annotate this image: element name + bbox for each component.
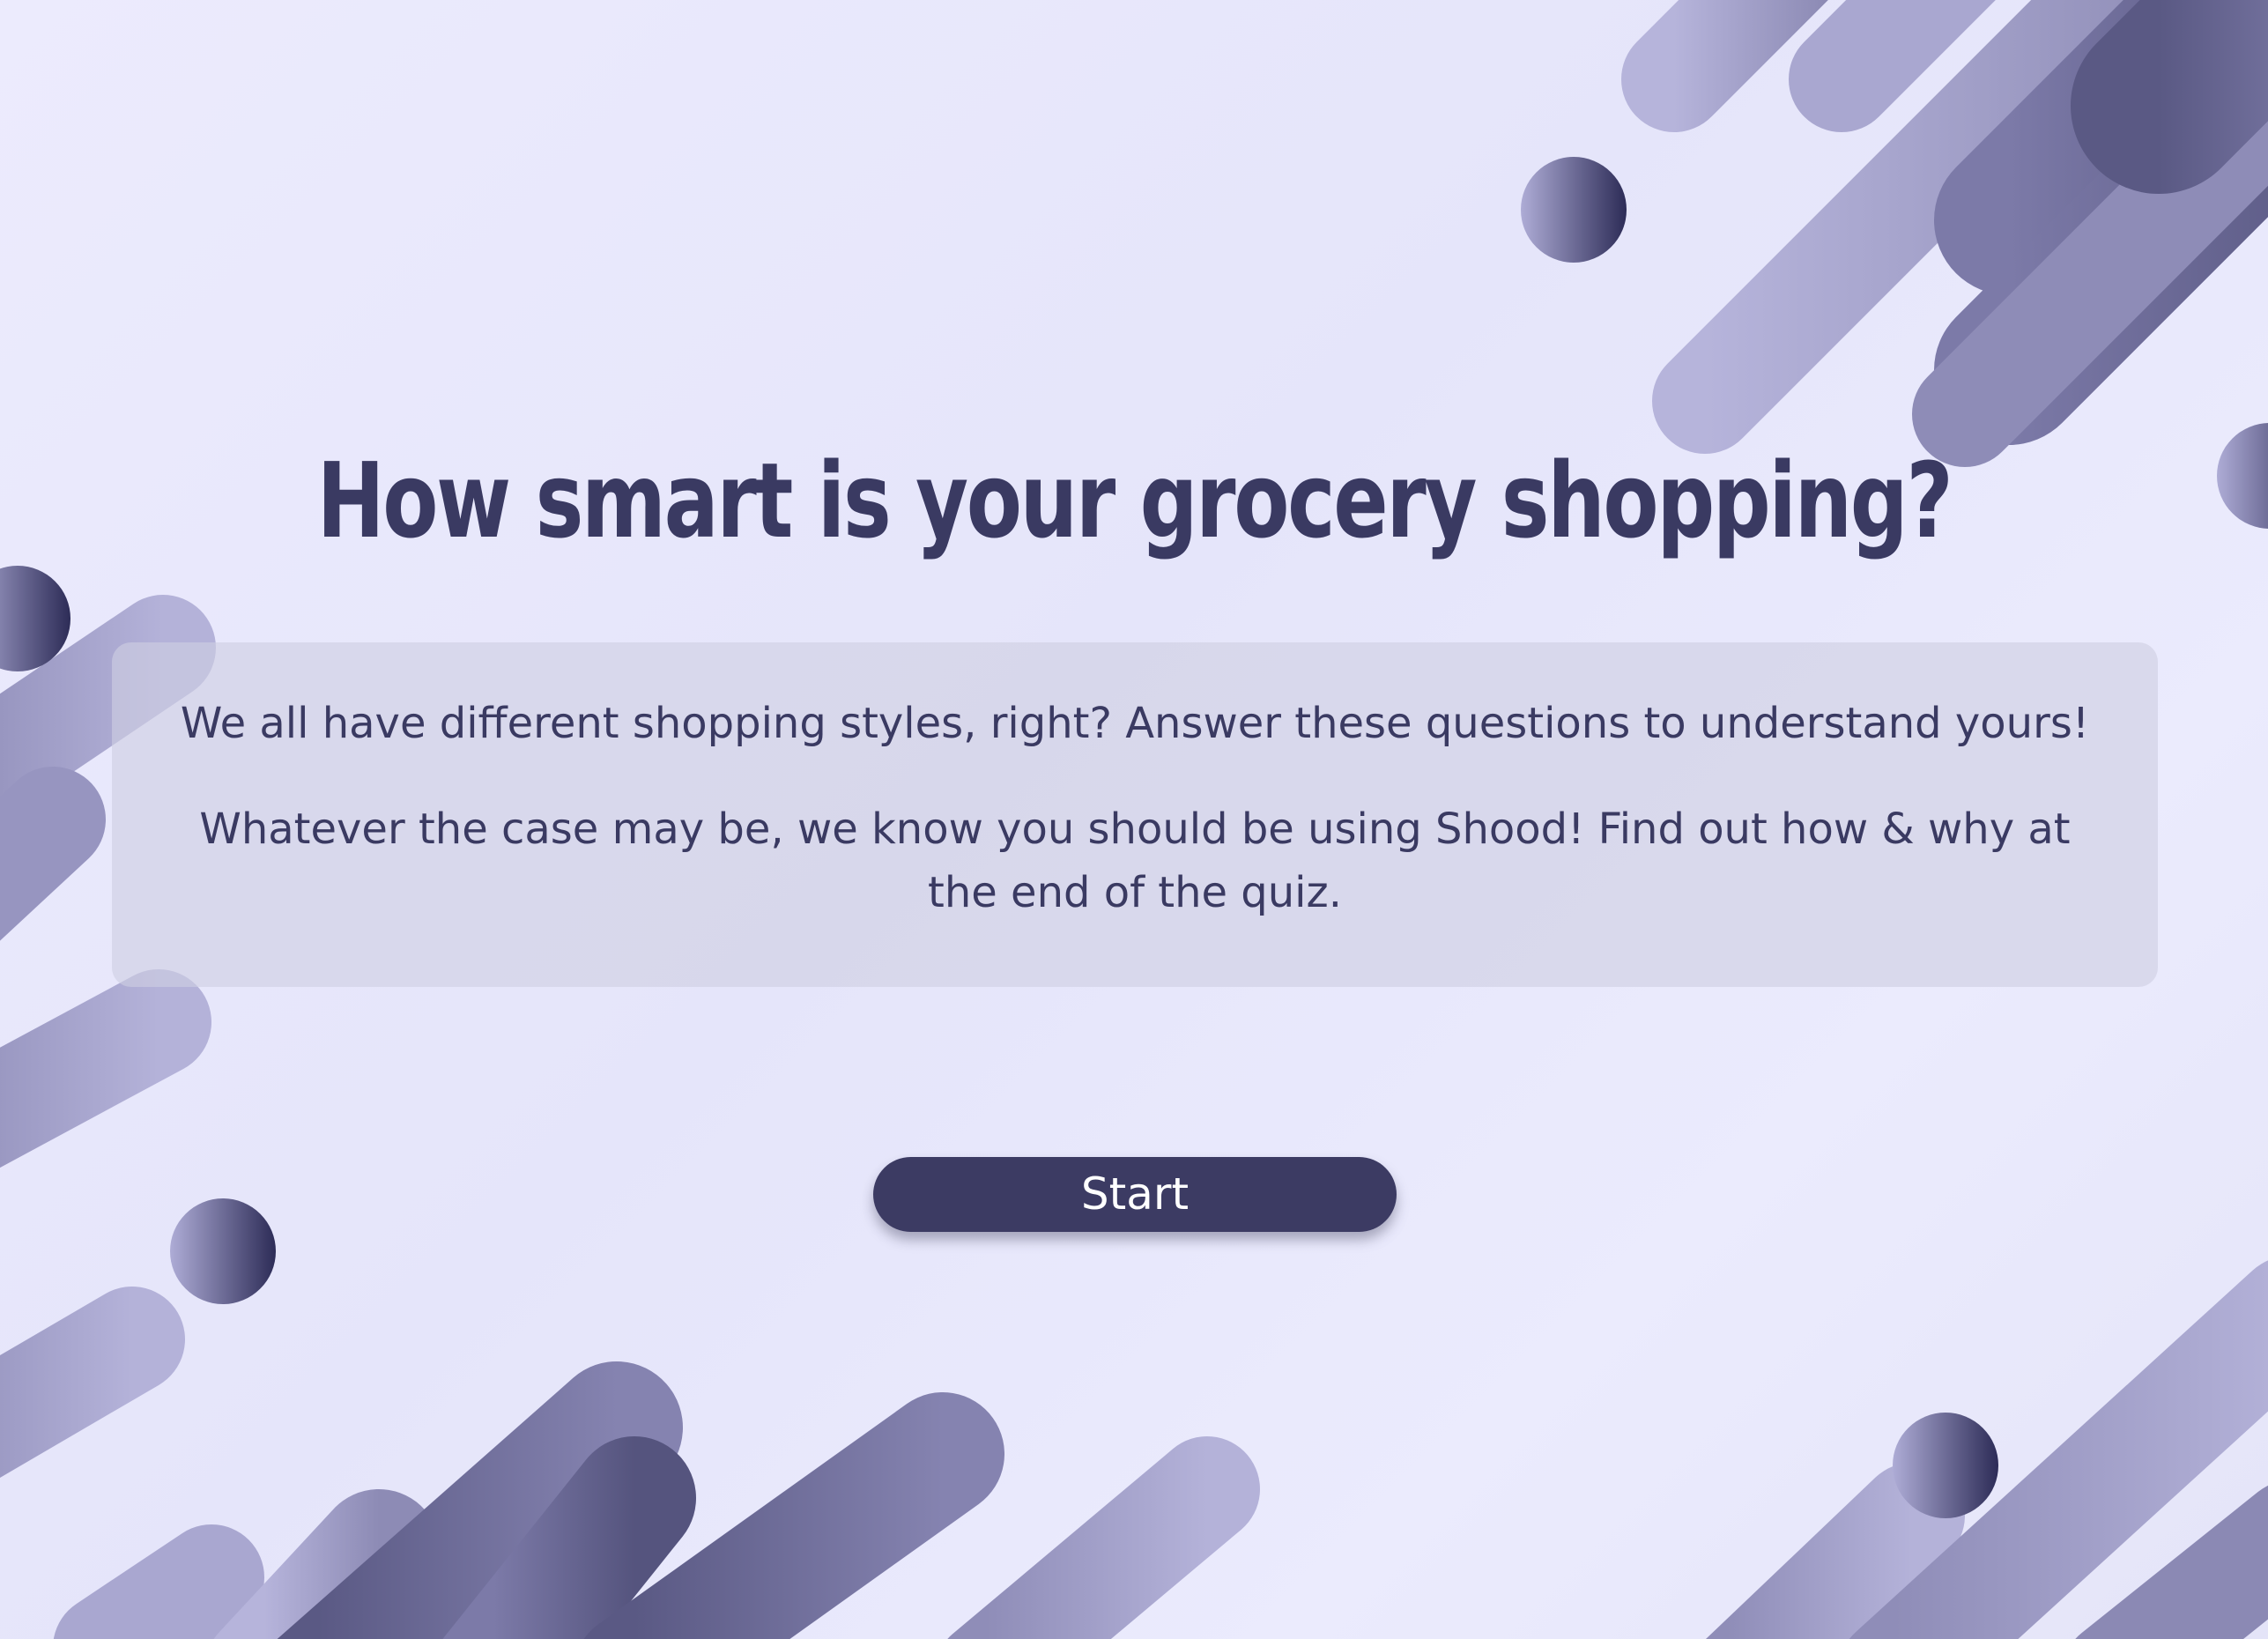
start-button[interactable]: Start — [873, 1157, 1397, 1232]
dot-decoration — [2217, 423, 2268, 529]
dot-decoration — [1893, 1413, 1998, 1518]
intro-text: Whatever the case may be, we know you sh… — [199, 805, 2071, 917]
dot-decoration — [1521, 157, 1627, 263]
page-title: How smart is your grocery shopping? — [316, 440, 1953, 561]
intro-text: We all have different shopping styles, r… — [180, 699, 2090, 748]
dot-decoration — [0, 566, 70, 671]
intro-box: We all have different shopping styles, r… — [112, 642, 2158, 987]
dot-decoration — [170, 1198, 276, 1304]
